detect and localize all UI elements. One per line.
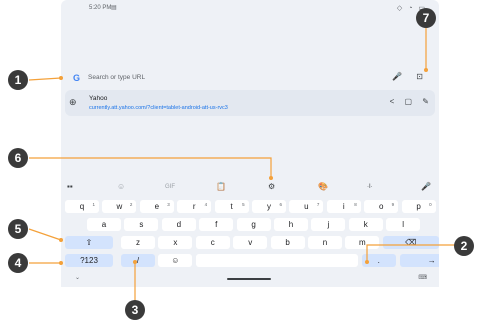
callout-6-line bbox=[29, 157, 272, 178]
callout-7-dot bbox=[424, 68, 428, 72]
callout-1-line bbox=[28, 77, 62, 81]
callout-5: 5 bbox=[8, 219, 28, 239]
callout-3-dot bbox=[133, 260, 137, 264]
callout-1-dot bbox=[59, 76, 63, 80]
callout-5-dot bbox=[59, 238, 63, 242]
callout-2: 2 bbox=[454, 236, 474, 256]
callout-5-line bbox=[28, 228, 62, 241]
callout-2-dot bbox=[365, 260, 369, 264]
callout-3: 3 bbox=[125, 300, 145, 320]
callout-1: 1 bbox=[8, 70, 28, 90]
callout-6-dot bbox=[269, 176, 273, 180]
callout-4: 4 bbox=[8, 253, 28, 273]
callout-6: 6 bbox=[8, 148, 28, 168]
callout-7: 7 bbox=[416, 8, 436, 28]
callout-2-line bbox=[366, 244, 456, 262]
callout-lines bbox=[28, 27, 456, 302]
callout-4-dot bbox=[59, 261, 63, 265]
